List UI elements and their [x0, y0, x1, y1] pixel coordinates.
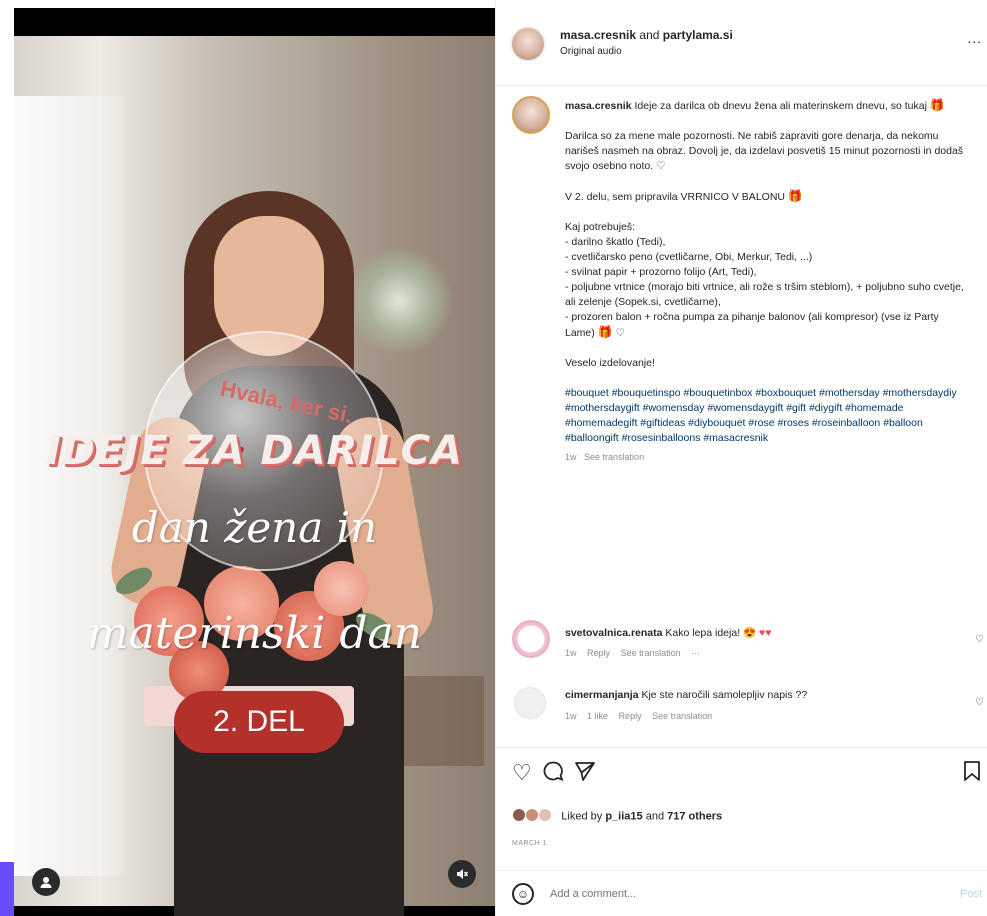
caption-author-avatar[interactable]	[512, 96, 550, 134]
commenter-link[interactable]: cimermanjanja	[565, 689, 639, 701]
caption-author-link[interactable]: masa.cresnik	[565, 100, 632, 112]
post-details-panel: masa.cresnik and partylama.si Original a…	[495, 0, 987, 916]
caption-area: masa.cresnik Ideje za darilca ob dnevu ž…	[496, 86, 987, 606]
overlay-title: IDEJE ZA DARILCA	[45, 428, 464, 474]
window-light	[14, 96, 129, 876]
post-comment-button[interactable]: Post	[960, 888, 982, 900]
add-comment-bar: ☺ Post	[496, 870, 987, 916]
audio-link[interactable]: Original audio	[560, 46, 622, 57]
video-panel: Hvala, ker si. ♥ IDEJE ZA DARILCA dan že…	[0, 0, 495, 916]
user-icon[interactable]	[32, 868, 60, 896]
commenter-avatar[interactable]	[512, 620, 550, 658]
caption-intro: Ideje za darilca ob dnevu žena ali mater…	[634, 100, 927, 112]
post-actions: ♡ Liked by p_iia15 and 717 others MARCH …	[496, 747, 987, 857]
emoji-picker-icon[interactable]: ☺	[512, 883, 534, 905]
gift-icon: 🎁	[929, 98, 945, 112]
caption-closing: Veselo izdelovanje!	[565, 357, 655, 369]
comment-item: cimermanjanja Kje ste naročili samoleplj…	[496, 683, 987, 743]
comment-item: svetovalnica.renata Kako lepa ideja! 😍 ♥…	[496, 620, 987, 680]
share-send-glyph	[575, 762, 595, 781]
overlay-script-line2: materinski dan	[86, 608, 423, 659]
caption-meta: 1w See translation	[565, 450, 970, 465]
comment-body: Kje ste naročili samolepljiv napis ??	[641, 689, 808, 701]
caption-time: 1w	[565, 452, 577, 462]
see-translation-link[interactable]: See translation	[584, 452, 644, 462]
liked-by-user-link[interactable]: p_iia15	[605, 810, 642, 822]
heart-outline-icon: ♡	[656, 160, 666, 172]
reply-link[interactable]: Reply	[619, 711, 642, 721]
commenter-link[interactable]: svetovalnica.renata	[565, 627, 662, 639]
caption-list-item: - poljubne vrtnice (morajo biti vrtnice,…	[565, 281, 964, 308]
comment-time: 1w	[565, 648, 577, 658]
comment-input[interactable]	[548, 881, 908, 907]
caption-paragraph-2: V 2. delu, sem pripravila VRRNICO V BALO…	[565, 191, 785, 203]
reply-link[interactable]: Reply	[587, 648, 610, 658]
mute-icon-glyph	[457, 869, 469, 879]
comment-text: cimermanjanja Kje ste naročili samoleplj…	[565, 689, 807, 701]
user-icon-glyph	[40, 877, 52, 888]
liker-avatar	[538, 808, 553, 822]
author-names: masa.cresnik and partylama.si	[560, 28, 733, 42]
caption-list-item: - darilno škatlo (Tedi),	[565, 236, 666, 248]
reel-video[interactable]: Hvala, ker si. ♥ IDEJE ZA DARILCA dan že…	[14, 8, 495, 916]
author-avatar[interactable]	[510, 26, 546, 62]
liker-avatar	[512, 808, 526, 822]
mute-icon[interactable]	[448, 860, 476, 888]
caption-paragraph-1: Darilca so za mene male pozornosti. Ne r…	[565, 130, 964, 172]
liked-by-others-link[interactable]: 717 others	[667, 810, 722, 822]
liked-by-and: and	[645, 810, 665, 823]
liked-by: Liked by p_iia15 and 717 others	[512, 808, 722, 825]
caption-text: masa.cresnik Ideje za darilca ob dnevu ž…	[565, 98, 970, 465]
purple-strip	[0, 862, 14, 916]
author-link[interactable]: masa.cresnik	[560, 28, 636, 42]
gift-icon: 🎁	[787, 189, 803, 203]
heart-outline-icon: ♡	[615, 327, 625, 339]
share-send-icon[interactable]	[574, 760, 596, 788]
comment-like-icon[interactable]: ♡	[975, 697, 984, 708]
see-translation-link[interactable]: See translation	[652, 711, 712, 721]
caption-list-item: - svilnat papir + prozorno folijo (Art, …	[565, 266, 757, 278]
comment-bubble-glyph	[543, 761, 564, 781]
post-date: MARCH 1	[512, 840, 548, 847]
liked-by-prefix: Liked by	[561, 810, 603, 823]
comment-likes[interactable]: 1 like	[587, 711, 608, 721]
comment-bubble-icon[interactable]	[542, 760, 564, 788]
coauthor-link[interactable]: partylama.si	[663, 28, 733, 42]
post-header: masa.cresnik and partylama.si Original a…	[496, 0, 987, 86]
comment-like-icon[interactable]: ♡	[975, 634, 984, 645]
comment-more-icon[interactable]: ···	[691, 648, 700, 658]
liker-avatar	[525, 808, 540, 822]
part-label: 2. DEL	[174, 691, 344, 753]
and-text: and	[639, 28, 660, 42]
gift-icon: 🎁	[597, 325, 613, 339]
emoji-icon: 😍	[743, 627, 757, 639]
comment-time: 1w	[565, 711, 577, 721]
caption-list-item: - cvetličarsko peno (cvetličarne, Obi, M…	[565, 251, 813, 263]
like-heart-icon[interactable]: ♡	[512, 760, 532, 786]
heart-icon: ♥♥	[759, 627, 772, 639]
caption-hashtags[interactable]: #bouquet #bouquetinspo #bouquetinbox #bo…	[565, 386, 970, 446]
see-translation-link[interactable]: See translation	[621, 648, 681, 658]
overlay-script-line1: dan žena in	[131, 503, 378, 552]
comment-meta: 1w Reply See translation ···	[565, 648, 708, 658]
commenter-avatar[interactable]	[514, 687, 546, 719]
background-plant	[344, 246, 454, 356]
comment-text: svetovalnica.renata Kako lepa ideja! 😍 ♥…	[565, 626, 772, 639]
caption-list-heading: Kaj potrebuješ:	[565, 221, 636, 233]
liker-avatars	[512, 808, 553, 825]
comment-body: Kako lepa ideja!	[665, 627, 741, 639]
bookmark-icon[interactable]	[962, 760, 982, 788]
bookmark-glyph	[964, 761, 980, 781]
comment-meta: 1w 1 like Reply See translation	[565, 711, 720, 721]
more-options-icon[interactable]: ...	[967, 30, 982, 46]
